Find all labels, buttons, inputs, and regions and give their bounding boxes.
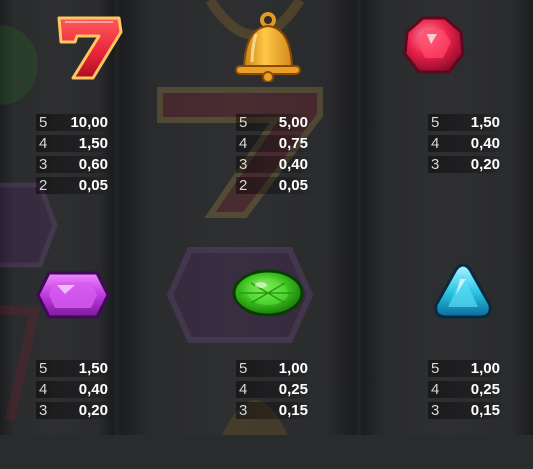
- payout-row: 5 1,00: [428, 358, 504, 379]
- payout-value: 0,25: [278, 381, 308, 398]
- payout-value: 1,50: [78, 360, 108, 377]
- payout-list: 5 1,00 4 0,25 3 0,15: [236, 358, 312, 421]
- payout-list: 5 1,00 4 0,25 3 0,15: [428, 358, 504, 421]
- payout-row: 4 0,40: [428, 133, 504, 154]
- payout-value: 5,00: [278, 114, 308, 131]
- match-count: 5: [239, 360, 248, 377]
- match-count: 5: [239, 114, 248, 131]
- paytable-cell-green-gem: 5 1,00 4 0,25 3 0,15: [196, 252, 373, 469]
- payout-row: 2 0,05: [36, 175, 112, 196]
- payout-value: 1,50: [78, 135, 108, 152]
- payout-value: 0,60: [78, 156, 108, 173]
- payout-value: 0,40: [78, 381, 108, 398]
- match-count: 5: [39, 360, 48, 377]
- payout-list: 5 5,00 4 0,75 3 0,40 2 0,05: [236, 112, 312, 196]
- payout-value: 1,00: [278, 360, 308, 377]
- match-count: 2: [39, 177, 48, 194]
- blue-gem-icon: [433, 263, 492, 319]
- payout-row: 3 0,60: [36, 154, 112, 175]
- match-count: 3: [431, 402, 440, 419]
- payout-row: 4 0,40: [36, 379, 112, 400]
- match-count: 3: [239, 402, 248, 419]
- payout-row: 3 0,15: [428, 400, 504, 421]
- payout-row: 5 1,50: [36, 358, 112, 379]
- match-count: 4: [239, 381, 248, 398]
- payout-list: 5 10,00 4 1,50 3 0,60 2 0,05: [36, 112, 112, 196]
- payout-value: 0,75: [278, 135, 308, 152]
- purple-gem-icon: [36, 271, 110, 319]
- payout-value: 0,40: [278, 156, 308, 173]
- payout-list: 5 1,50 4 0,40 3 0,20: [36, 358, 112, 421]
- payout-row: 5 1,50: [428, 112, 504, 133]
- payout-row: 5 5,00: [236, 112, 312, 133]
- paytable-cell-purple-gem: 5 1,50 4 0,40 3 0,20: [0, 252, 177, 469]
- payout-row: 3 0,20: [36, 400, 112, 421]
- payout-row: 2 0,05: [236, 175, 312, 196]
- paytable-cell-blue-gem: 5 1,00 4 0,25 3 0,15: [392, 252, 533, 469]
- match-count: 5: [431, 114, 440, 131]
- match-count: 3: [39, 156, 48, 173]
- match-count: 3: [431, 156, 440, 173]
- match-count: 5: [431, 360, 440, 377]
- green-gem-icon: [232, 269, 303, 317]
- match-count: 4: [39, 381, 48, 398]
- seven-icon: [57, 16, 122, 80]
- match-count: 4: [239, 135, 248, 152]
- payout-row: 4 0,75: [236, 133, 312, 154]
- paytable-cell-bell: 5 5,00 4 0,75 3 0,40 2 0,05: [196, 0, 373, 217]
- payout-row: 3 0,15: [236, 400, 312, 421]
- payout-value: 0,25: [470, 381, 500, 398]
- match-count: 2: [239, 177, 248, 194]
- payout-row: 4 1,50: [36, 133, 112, 154]
- match-count: 5: [39, 114, 48, 131]
- payout-value: 0,15: [278, 402, 308, 419]
- match-count: 3: [39, 402, 48, 419]
- payout-value: 0,20: [470, 156, 500, 173]
- payout-row: 3 0,20: [428, 154, 504, 175]
- bell-icon: [234, 12, 301, 82]
- payout-value: 0,05: [78, 177, 108, 194]
- match-count: 4: [39, 135, 48, 152]
- payout-value: 0,15: [470, 402, 500, 419]
- payout-value: 0,05: [278, 177, 308, 194]
- payout-row: 5 1,00: [236, 358, 312, 379]
- payout-row: 4 0,25: [428, 379, 504, 400]
- payout-value: 1,00: [470, 360, 500, 377]
- payout-row: 3 0,40: [236, 154, 312, 175]
- paytable-cell-red-gem: 5 1,50 4 0,40 3 0,20: [392, 0, 533, 217]
- payout-list: 5 1,50 4 0,40 3 0,20: [428, 112, 504, 175]
- payout-value: 10,00: [70, 114, 108, 131]
- payout-value: 0,20: [78, 402, 108, 419]
- red-gem-icon: [402, 16, 465, 74]
- match-count: 4: [431, 135, 440, 152]
- payout-row: 5 10,00: [36, 112, 112, 133]
- match-count: 3: [239, 156, 248, 173]
- payout-row: 4 0,25: [236, 379, 312, 400]
- payout-value: 1,50: [470, 114, 500, 131]
- payout-value: 0,40: [470, 135, 500, 152]
- match-count: 4: [431, 381, 440, 398]
